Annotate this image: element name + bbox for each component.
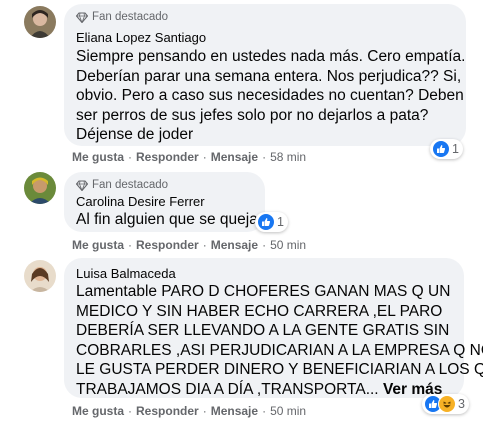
reply-button[interactable]: Responder [136, 150, 199, 164]
avatar[interactable] [24, 6, 56, 38]
like-button[interactable]: Me gusta [72, 404, 124, 418]
message-button[interactable]: Mensaje [211, 404, 258, 418]
comment-actions: Me gusta · Responder · Mensaje · 50 min [72, 403, 306, 419]
separator-dot: · [262, 150, 267, 164]
like-icon [432, 140, 450, 158]
reaction-count: 1 [452, 142, 459, 156]
comment-line: ser perros de sus jefes solo por no deja… [76, 106, 429, 124]
timestamp[interactable]: 50 min [270, 238, 306, 252]
author-name[interactable]: Luisa Balmaceda [76, 266, 176, 281]
separator-dot: · [128, 404, 133, 418]
separator-dot: · [202, 404, 207, 418]
separator-dot: · [262, 238, 267, 252]
comment-line: DEBERÍA SER LLEVANDO A LA GENTE GRATIS S… [76, 322, 450, 339]
like-button[interactable]: Me gusta [72, 238, 124, 252]
haha-icon [438, 395, 456, 413]
comment-actions: Me gusta · Responder · Mensaje · 58 min [72, 149, 306, 165]
message-button[interactable]: Mensaje [211, 238, 258, 252]
comment-line: Siempre pensando en ustedes nada más. Ce… [76, 48, 466, 65]
timestamp[interactable]: 58 min [270, 150, 306, 164]
comment-actions: Me gusta · Responder · Mensaje · 50 min [72, 237, 306, 253]
badge-label: Fan destacado [92, 11, 169, 23]
like-icon [257, 213, 275, 231]
top-fan-badge: Fan destacado [76, 178, 168, 192]
comment-line: Lamentable PARO D CHOFERES GANAN MAS Q U… [76, 283, 451, 300]
badge-label: Fan destacado [92, 179, 169, 191]
comment-line: TRABAJAMOS DIA A DÍA ,TRANSPORTA... [76, 380, 379, 398]
avatar[interactable] [24, 172, 56, 204]
reply-button[interactable]: Responder [136, 238, 199, 252]
diamond-icon [76, 11, 88, 23]
comment-line: obvio. Pero a caso sus necesidades no cu… [76, 87, 464, 104]
reaction-count: 1 [277, 215, 284, 229]
author-name[interactable]: Eliana Lopez Santiago [76, 30, 206, 45]
separator-dot: · [128, 238, 133, 252]
reaction-summary[interactable]: 3 [422, 394, 469, 414]
message-button[interactable]: Mensaje [211, 150, 258, 164]
separator-dot: · [202, 150, 207, 164]
comment-line: MEDICO Y SIN HABER ECHO CARRERA ,EL PARO [76, 302, 443, 320]
reaction-count: 3 [458, 397, 465, 411]
comment-line: Deberían parar una semana entera. Nos pe… [76, 67, 462, 85]
comment-bubble: Fan destacado Carolina Desire Ferrer Al … [64, 172, 265, 232]
reaction-summary[interactable]: 1 [430, 139, 463, 159]
reaction-summary[interactable]: 1 [255, 212, 288, 232]
comment-bubble: Fan destacado Eliana Lopez Santiago Siem… [64, 4, 466, 146]
comment-line: LE GUSTA PERDER DINERO Y BENEFICIARIAN A… [76, 361, 483, 378]
avatar[interactable] [24, 260, 56, 292]
separator-dot: · [202, 238, 207, 252]
like-button[interactable]: Me gusta [72, 150, 124, 164]
separator-dot: · [128, 150, 133, 164]
comment-last-line: TRABAJAMOS DIA A DÍA ,TRANSPORTA... Ver … [76, 380, 442, 400]
comment-line: COBRARLES ,ASI PERJUDICARIAN A LA EMPRES… [76, 341, 483, 359]
comment-line: Al fin alguien que se queja. [76, 211, 263, 228]
author-name[interactable]: Carolina Desire Ferrer [76, 194, 205, 209]
top-fan-badge: Fan destacado [76, 10, 168, 24]
separator-dot: · [262, 404, 267, 418]
comment-bubble: Luisa Balmaceda Lamentable PARO D CHOFER… [64, 258, 483, 400]
timestamp[interactable]: 50 min [270, 404, 306, 418]
diamond-icon [76, 179, 88, 191]
reply-button[interactable]: Responder [136, 404, 199, 418]
comment-line: Déjense de joder [76, 126, 194, 143]
